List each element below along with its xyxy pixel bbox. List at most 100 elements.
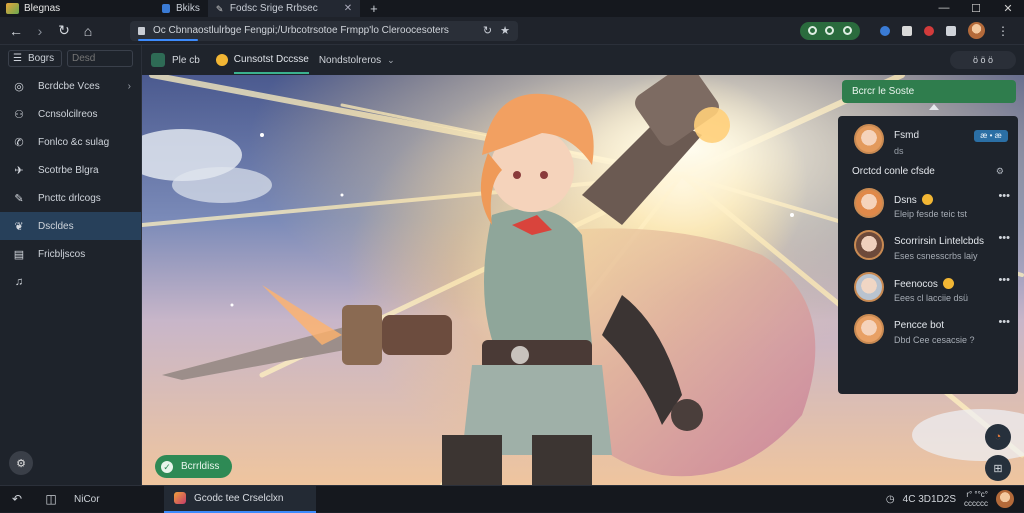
list-item[interactable]: Dsns Eleip fesde teic tst •••	[854, 188, 1014, 224]
chevron-right-icon: ›	[127, 80, 131, 92]
more-options-icon[interactable]: •••	[998, 190, 1010, 202]
sidebar-item-8[interactable]: ♫	[0, 268, 141, 296]
brush-icon: ✎	[14, 192, 24, 205]
maximize-icon[interactable]: ☐	[960, 2, 992, 15]
chat-header-button[interactable]: Bcrcr le Soste	[842, 80, 1016, 103]
chat-panel: Fsmd ds æ • æ Orctcd conle cfsde ⚙ Dsns …	[838, 116, 1018, 394]
grid-icon[interactable]	[946, 25, 956, 36]
discord-icon[interactable]	[842, 26, 852, 35]
close-icon[interactable]: ✕	[992, 2, 1024, 15]
home-icon[interactable]: ⌂	[76, 23, 100, 39]
star-icon[interactable]: ★	[500, 24, 510, 37]
more-options-icon[interactable]: •••	[998, 316, 1010, 328]
app-tab-icon[interactable]	[151, 53, 165, 67]
clock-icon: ◷	[885, 493, 895, 505]
status-date-bottom: cccccc	[964, 499, 988, 508]
phone-icon: ✆	[14, 136, 24, 149]
status-right: ◷ 4C 3D1D2S r° °°c° cccccc	[886, 490, 1014, 508]
status-date-top: r° °°c°	[966, 490, 988, 499]
sidebar-item-3[interactable]: ✆ Fonlco &c sulag	[0, 128, 141, 156]
sidebar-item-label: Dscldes	[38, 220, 74, 232]
hamburger-icon: ☰	[13, 53, 22, 64]
mail-icon[interactable]	[902, 25, 912, 36]
friend-message: Eleip fesde teic tst	[894, 209, 968, 219]
undo-icon[interactable]: ↶	[4, 492, 30, 506]
forward-arrow-icon[interactable]: ›	[28, 23, 52, 39]
friend-message: Eees cl lacciie dsü	[894, 293, 969, 303]
avatar	[854, 272, 884, 302]
address-bar[interactable]: ↻ ★	[130, 20, 518, 41]
taskbar-item[interactable]: Gcodc tee Crselclxn	[164, 485, 316, 513]
globe-icon: ◎	[14, 80, 24, 93]
friend-name: Dsns	[894, 194, 933, 206]
sidebar: ☰ Bogrs ◎ Bcrdcbe Vces › ⚇ Ccnsolcilreos…	[0, 45, 142, 485]
tab-active-content[interactable]: Cunsotst Dccsse	[233, 47, 309, 74]
close-icon[interactable]: ✕	[344, 3, 352, 14]
avatar	[854, 188, 884, 218]
list-item[interactable]: Feenocos Eees cl lacciie dsü •••	[854, 272, 1014, 308]
tab-2[interactable]: ✎ Fodsc Srige Rrbsec ✕	[207, 0, 361, 17]
list-item[interactable]: Scorrirsin Lintelcbds Eses csnesscrbs la…	[854, 230, 1014, 266]
emoji-icon	[215, 54, 228, 66]
bell-icon: ♫	[14, 276, 24, 288]
settings-icon[interactable]: ⚙	[996, 166, 1004, 177]
app-icon	[174, 492, 186, 504]
more-options-icon[interactable]: •••	[998, 232, 1010, 244]
sidebar-search-input[interactable]	[67, 50, 133, 67]
record-icon[interactable]	[924, 25, 934, 36]
status-date: r° °°c° cccccc	[964, 490, 988, 508]
whatsapp-icon[interactable]	[808, 26, 818, 35]
folder-icon[interactable]: ◫	[38, 492, 64, 506]
content-tab-strip: Ple cb Cunsotst Dccsse Nondstolreros ⌄ ö…	[142, 45, 1024, 75]
chevron-down-icon[interactable]: ⌄	[387, 55, 395, 66]
avatar[interactable]	[996, 490, 1014, 508]
current-user-row[interactable]: Fsmd ds æ • æ	[854, 124, 1014, 160]
status-label: NiCor	[74, 493, 100, 505]
sidebar-item-label: Bcrdcbe Vces	[38, 80, 100, 92]
url-input[interactable]	[153, 25, 475, 36]
refresh-icon[interactable]: ↻	[483, 24, 492, 37]
settings-icon[interactable]: ⚙	[9, 451, 33, 475]
check-icon: ✓	[161, 460, 173, 473]
sidebar-item-4[interactable]: ✈ Scotrbe Blgra	[0, 156, 141, 184]
reload-icon[interactable]: ↻	[52, 22, 76, 39]
friend-message: Dbd Cee cesacsie ?	[894, 335, 975, 345]
more-options-icon[interactable]: •••	[998, 274, 1010, 286]
tab-1[interactable]: Bkiks	[154, 0, 208, 17]
promo-button-label: Bcrrldiss	[181, 461, 220, 472]
window-controls: — ☐ ✕	[928, 2, 1024, 15]
tab-favicon-icon: ✎	[215, 4, 224, 14]
sync-icon[interactable]: ◔	[985, 424, 1011, 450]
sidebar-item-2[interactable]: ⚇ Ccnsolcilreos	[0, 100, 141, 128]
extension-group[interactable]	[800, 21, 860, 40]
navigation-bar: ← › ↻ ⌂ ↻ ★ ⋮	[0, 17, 1024, 45]
menu-label: Bogrs	[27, 53, 55, 64]
sidebar-item-label: Ccnsolcilreos	[38, 108, 98, 120]
sidebar-item-label: Fonlco &c sulag	[38, 136, 110, 148]
sidebar-item-5[interactable]: ✎ Pncttc drlcogs	[0, 184, 141, 212]
avatar	[854, 124, 884, 154]
promo-button[interactable]: ✓ Bcrrldiss	[155, 455, 232, 478]
minimize-icon[interactable]: —	[928, 2, 960, 15]
people-icon: ⚇	[14, 108, 24, 121]
content-left-label[interactable]: Ple cb	[172, 55, 200, 66]
content-tools[interactable]: ö ö ö	[950, 51, 1016, 69]
more-options-icon[interactable]: ⋮	[997, 24, 1009, 38]
list-item[interactable]: Pencce bot Dbd Cee cesacsie ? •••	[854, 314, 1014, 350]
apps-icon[interactable]: ⊞	[985, 455, 1011, 481]
sidebar-item-1[interactable]: ◎ Bcrdcbe Vces ›	[0, 72, 141, 100]
sidebar-item-6[interactable]: ❦ Dscldes	[0, 212, 141, 240]
lock-icon	[138, 26, 145, 35]
status-badge: æ • æ	[974, 130, 1008, 142]
menu-button[interactable]: ☰ Bogrs	[8, 50, 62, 67]
popover-caret	[929, 104, 939, 110]
profile-avatar[interactable]	[968, 22, 985, 39]
sidebar-item-7[interactable]: ▤ Fricbljscos	[0, 240, 141, 268]
tab-secondary-content[interactable]: Nondstolreros	[319, 55, 381, 66]
chat-icon[interactable]	[825, 26, 835, 35]
back-arrow-icon[interactable]: ←	[4, 23, 28, 39]
plus-icon[interactable]: +	[370, 1, 378, 16]
shield-icon[interactable]	[880, 25, 890, 36]
friend-name-text: Feenocos	[894, 279, 938, 290]
tab-label: Bkiks	[176, 3, 200, 14]
